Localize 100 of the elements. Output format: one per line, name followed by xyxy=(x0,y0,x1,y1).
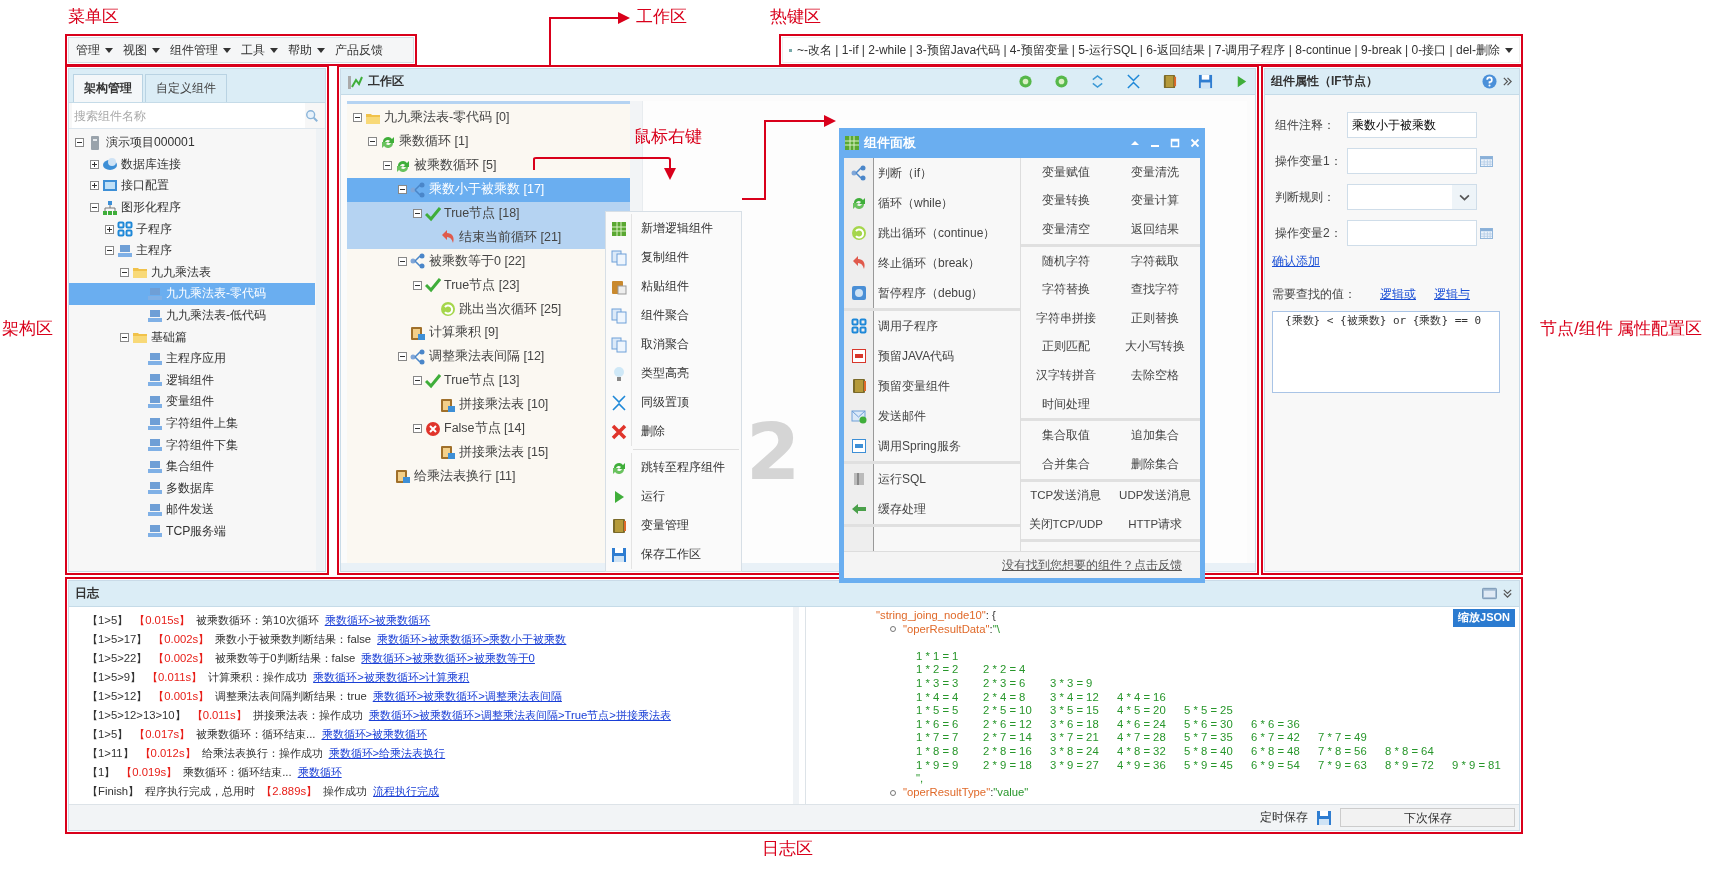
component-item[interactable]: 字符替换 xyxy=(1021,275,1111,304)
flow-node[interactable]: 九九乘法表-零代码 [0] xyxy=(347,106,630,130)
search-field[interactable]: 搜索组件名称 xyxy=(72,103,305,128)
log-link[interactable]: 乘数循环>被乘数循环>调整乘法表间隔 xyxy=(372,689,562,704)
tree-item[interactable]: 逻辑组件 xyxy=(69,369,315,392)
component-item[interactable]: 调用Spring服务 xyxy=(844,431,1020,461)
expand-toggle[interactable] xyxy=(90,181,99,191)
component-item[interactable]: 变量赋值 xyxy=(1021,158,1111,187)
panel-tab[interactable]: 自定义组件 xyxy=(145,74,227,102)
tree-item[interactable]: 邮件发送 xyxy=(69,499,315,521)
double-chevron-icon[interactable] xyxy=(1502,588,1513,599)
menu-item[interactable]: 管理 xyxy=(73,41,120,59)
tree-item[interactable]: 多数据库 xyxy=(69,477,315,500)
component-item[interactable]: 正则替换 xyxy=(1110,303,1200,333)
tree-item[interactable]: 子程序 xyxy=(69,218,315,240)
component-item[interactable]: 调用子程序 xyxy=(844,311,1020,341)
menu-item[interactable]: 帮助 xyxy=(285,41,332,59)
text-field[interactable]: 乘数小于被乘数 xyxy=(1347,112,1477,138)
tree-item[interactable]: 图形化程序 xyxy=(69,196,315,219)
logic-link[interactable]: 逻辑与 xyxy=(1434,286,1470,303)
tree-item[interactable]: 字符组件上集 xyxy=(69,412,315,435)
log-link[interactable]: 乘数循环>给乘法表换行 xyxy=(328,746,446,761)
book-icon[interactable] xyxy=(1162,74,1177,89)
component-item[interactable]: 关闭TCP/UDP xyxy=(1021,510,1111,539)
menu-item[interactable]: 组件管理 xyxy=(167,41,238,59)
component-item[interactable]: 集合取值 xyxy=(1021,421,1111,450)
tree-item[interactable]: 演示项目000001 xyxy=(69,132,315,154)
expand-toggle[interactable] xyxy=(90,203,99,213)
component-item[interactable]: 返回结果 xyxy=(1110,215,1200,244)
log-link[interactable]: 乘数循环>被乘数循环>被乘数等于0 xyxy=(361,651,535,666)
component-item[interactable]: 追加集合 xyxy=(1110,421,1200,450)
flow-node[interactable]: 被乘数循环 [5] xyxy=(347,153,630,178)
tree-item[interactable]: TCP服务端 xyxy=(69,520,315,543)
expand-toggle[interactable] xyxy=(90,159,99,169)
component-item[interactable]: 随机字符 xyxy=(1021,246,1111,276)
tree-item[interactable]: 九九乘法表-低代码 xyxy=(69,304,315,327)
expand-toggle[interactable] xyxy=(398,256,407,266)
component-item[interactable]: 变量清洗 xyxy=(1110,158,1200,187)
component-item[interactable]: 暂停程序（debug） xyxy=(844,278,1020,308)
tree-item[interactable]: 数据库连接 xyxy=(69,153,315,176)
expand-toggle[interactable] xyxy=(120,267,129,277)
component-item[interactable]: 发送邮件 xyxy=(844,401,1020,431)
component-item[interactable]: 终止循环（break） xyxy=(844,248,1020,278)
expand-toggle[interactable] xyxy=(105,224,114,234)
component-item[interactable]: 查找字符 xyxy=(1110,275,1200,304)
component-item[interactable]: 变量清空 xyxy=(1021,215,1111,244)
tree-item[interactable]: 集合组件 xyxy=(69,455,315,478)
double-chevron-icon[interactable] xyxy=(1502,76,1513,87)
expand-toggle[interactable] xyxy=(120,332,129,342)
tree-item[interactable]: 主程序 xyxy=(69,239,315,262)
panel-tab[interactable]: 架构管理 xyxy=(73,74,143,102)
log-link[interactable]: 乘数循环 xyxy=(297,765,342,780)
expand-toggle[interactable] xyxy=(75,138,84,148)
component-item[interactable]: 变量计算 xyxy=(1110,186,1200,216)
text-field[interactable] xyxy=(1347,148,1477,174)
log-link[interactable]: 乘数循环>被乘数循环 xyxy=(321,727,428,742)
log-link[interactable]: 乘数循环>被乘数循环>调整乘法表间隔>True节点>拼接乘法表 xyxy=(368,708,671,723)
tree-item[interactable]: 基础篇 xyxy=(69,326,315,348)
component-item[interactable]: 运行SQL xyxy=(844,464,1020,494)
component-item[interactable]: 正则匹配 xyxy=(1021,332,1111,362)
confirm-link[interactable]: 确认添加 xyxy=(1272,253,1320,270)
component-item[interactable]: 缓存处理 xyxy=(844,494,1020,524)
component-item[interactable]: TCP发送消息 xyxy=(1021,481,1111,511)
log-link[interactable]: 乘数循环>被乘数循环>计算乘积 xyxy=(313,670,470,685)
zoom-json-button[interactable]: 缩放JSON xyxy=(1453,609,1515,627)
component-item[interactable]: 字符串拼接 xyxy=(1021,303,1111,333)
tree-item[interactable]: 九九乘法表 xyxy=(69,261,315,284)
menu-item[interactable]: 保存工作区 xyxy=(606,540,741,569)
component-item[interactable]: 删除集合 xyxy=(1110,449,1200,479)
arrows-icon[interactable] xyxy=(1090,74,1105,89)
component-item[interactable]: 判断（if） xyxy=(844,158,1020,188)
component-item[interactable]: 时间处理 xyxy=(1021,389,1111,419)
component-item[interactable]: UDP发送消息 xyxy=(1110,481,1200,511)
caret-icon[interactable] xyxy=(1505,47,1513,53)
component-item[interactable]: 汉字转拼音 xyxy=(1021,361,1111,390)
logic-link[interactable]: 逻辑或 xyxy=(1380,286,1416,303)
expand-toggle[interactable] xyxy=(413,376,422,386)
component-item[interactable]: 字符截取 xyxy=(1110,246,1200,276)
dropdown-field[interactable] xyxy=(1347,184,1477,210)
expand-toggle[interactable] xyxy=(353,113,362,123)
component-item[interactable]: 合并集合 xyxy=(1021,449,1111,479)
tree-item[interactable]: 主程序应用 xyxy=(69,347,315,370)
expand-toggle[interactable] xyxy=(413,424,422,433)
expand-toggle[interactable] xyxy=(413,280,422,290)
expand-toggle[interactable] xyxy=(413,209,422,218)
expand-toggle[interactable] xyxy=(383,161,392,171)
expression-field[interactable]: {乘数} < {被乘数} or {乘数} == 0 xyxy=(1272,311,1500,393)
menu-item[interactable]: 产品反馈 xyxy=(332,41,390,59)
tree-item[interactable]: 变量组件 xyxy=(69,391,315,413)
component-item[interactable]: HTTP请求 xyxy=(1110,510,1200,539)
menu-item[interactable]: 工具 xyxy=(238,41,285,59)
component-item[interactable]: 大小写转换 xyxy=(1110,332,1200,362)
save-icon[interactable] xyxy=(1198,74,1213,89)
menu-item[interactable]: 变量管理 xyxy=(606,511,741,540)
component-item[interactable]: 预留变量组件 xyxy=(844,371,1020,401)
help-icon[interactable] xyxy=(1482,74,1497,89)
expand-toggle[interactable] xyxy=(398,352,407,362)
log-link[interactable]: 乘数循环>被乘数循环>乘数小于被乘数 xyxy=(377,632,567,647)
component-item[interactable]: 去除空格 xyxy=(1110,361,1200,390)
flow-node[interactable]: 乘数循环 [1] xyxy=(347,129,630,154)
